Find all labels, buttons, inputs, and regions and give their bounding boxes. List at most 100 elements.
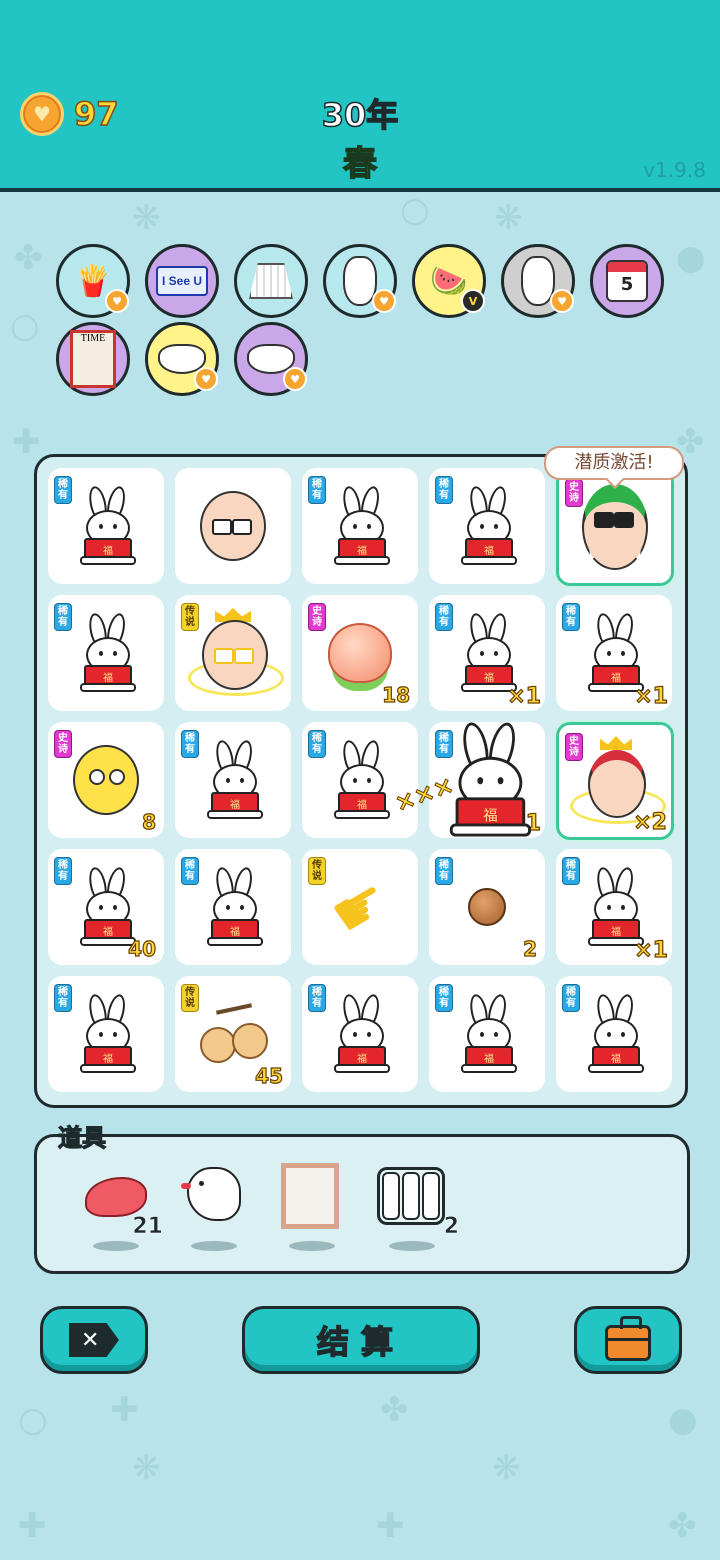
calendar-icon: 5 [606,260,648,302]
item-white-bird[interactable] [175,1163,255,1253]
buff-rice-bowl[interactable]: ♥ [234,322,308,396]
bunny-icon [457,992,517,1074]
tile-multiplier: ×2 [633,809,668,835]
animated-bunny [444,719,531,838]
board-tile-bunny[interactable]: 稀有 ×1 [429,595,545,711]
heart-badge-icon: ♥ [105,289,129,313]
briefcase-icon [605,1316,651,1361]
board-tile-bunny[interactable]: 稀有 [302,722,418,838]
board-tile-bunny[interactable]: 稀有 [175,722,291,838]
buff-fries[interactable]: 🍟 ♥ [56,244,130,318]
vip-badge: V [461,289,485,313]
settle-button[interactable]: 结算 [242,1306,480,1374]
tile-number: 8 [141,809,156,834]
peach-icon [328,623,392,683]
pointer-hand-icon: ☛ [317,861,403,953]
bunny-icon [203,738,263,820]
board-tile-bunny[interactable]: 稀有 [48,976,164,1092]
rarity-tag-rare: 稀有 [181,730,199,758]
rarity-tag-rare: 稀有 [435,984,453,1012]
settle-button-label: 结算 [316,1322,405,1362]
rarity-tag-rare: 稀有 [562,603,580,631]
remove-icon: ✕ [69,1323,119,1357]
board-tile-bunny[interactable]: 稀有 [429,468,545,584]
rarity-tag-rare: 稀有 [435,603,453,631]
board-tile-chick[interactable]: 史诗 8 [48,722,164,838]
board-tile-bunny[interactable]: 稀有 [302,976,418,1092]
board-tile-pointer-hand[interactable]: ☛ 传说 [302,849,418,965]
heart-badge-icon: ♥ [194,367,218,391]
item-count: 21 [132,1214,163,1240]
green-hat-man-icon [582,484,648,570]
board-tile-bunny[interactable]: 稀有 ×1 [556,849,672,965]
bars-frame-icon [377,1167,445,1225]
board-tile-bunny[interactable]: 稀有 [556,976,672,1092]
tile-multiplier: ×1 [634,683,669,709]
buff-time-magazine[interactable]: TIME [56,322,130,396]
potential-activated-bubble: 潜质激活! [544,446,684,480]
bunny-icon [584,611,644,693]
rarity-tag-rare: 稀有 [435,857,453,885]
buff-gray-bunny[interactable]: ♥ [501,244,575,318]
fries-icon: 🍟 [74,263,112,299]
board-tile-longans[interactable]: 传说 45 [175,976,291,1092]
board-tile-old-man[interactable] [175,468,291,584]
board-tile-bunny[interactable]: 稀有 [48,595,164,711]
bunny-icon [76,865,136,947]
buff-i-see-u[interactable]: I See U [145,244,219,318]
board-tile-bunny[interactable]: 稀有 ×1 [556,595,672,711]
rarity-tag-rare: 稀有 [54,476,72,504]
year-label: 30年 [321,95,399,135]
board-tile-bunny[interactable]: 稀有 [429,976,545,1092]
heart-badge-icon: ♥ [372,289,396,313]
board-tile-king[interactable]: 传说 [175,595,291,711]
picture-frame-icon [281,1163,339,1229]
white-bird-icon [181,1167,241,1221]
buff-bunny[interactable]: ♥ [323,244,397,318]
king-icon [188,608,284,698]
bunny-icon [330,738,390,820]
i-see-u-icon: I See U [155,266,209,296]
nut-icon [468,888,506,926]
board-tile-bunny[interactable]: 稀有 [175,849,291,965]
board-tile-bunny[interactable]: 稀有 40 [48,849,164,965]
bunny-icon [203,865,263,947]
bunny-icon [330,992,390,1074]
bunny-icon [76,992,136,1074]
tile-number: 45 [255,1063,284,1088]
bag-button[interactable] [574,1306,682,1374]
buff-skirt[interactable] [234,244,308,318]
time-magazine-icon: TIME [70,330,116,388]
item-liver[interactable]: 21 [77,1163,163,1253]
items-title: 道具 [57,1123,106,1152]
item-bars-frame[interactable]: 2 [373,1163,459,1253]
rarity-tag-legend: 传说 [181,603,199,631]
board-tile-bunny[interactable]: 稀有 [302,468,418,584]
tile-multiplier: ×1 [507,683,542,709]
tile-multiplier: ×1 [634,937,669,963]
board-tile-nut[interactable]: 稀有 2 [429,849,545,965]
liver-icon [85,1177,147,1217]
bunny-icon [584,865,644,947]
tile-number: 18 [382,682,411,707]
rarity-tag-rare: 稀有 [308,730,326,758]
board-tile-peach[interactable]: 史诗 18 [302,595,418,711]
buff-rice-bowl[interactable]: ♥ [145,322,219,396]
buff-fruit-basket[interactable]: 🍉 V [412,244,486,318]
chick-icon [73,745,139,815]
rarity-tag-rare: 稀有 [181,857,199,885]
bunny-icon [457,611,517,693]
remove-button[interactable]: ✕ [40,1306,148,1374]
rarity-tag-legend: 传说 [181,984,199,1012]
buff-calendar[interactable]: 5 [590,244,664,318]
board-tile-bunny[interactable]: 稀有 [48,468,164,584]
tile-number: 2 [522,936,537,961]
item-count: 2 [443,1214,459,1240]
rarity-tag-rare: 稀有 [562,984,580,1012]
rarity-tag-legend: 传说 [308,857,326,885]
heart-badge-icon: ♥ [550,289,574,313]
rarity-tag-rare: 稀有 [54,857,72,885]
board-tile-queen[interactable]: 史诗 ×2 [556,722,674,840]
item-picture-frame[interactable] [273,1163,353,1253]
rarity-tag-rare: 稀有 [562,857,580,885]
